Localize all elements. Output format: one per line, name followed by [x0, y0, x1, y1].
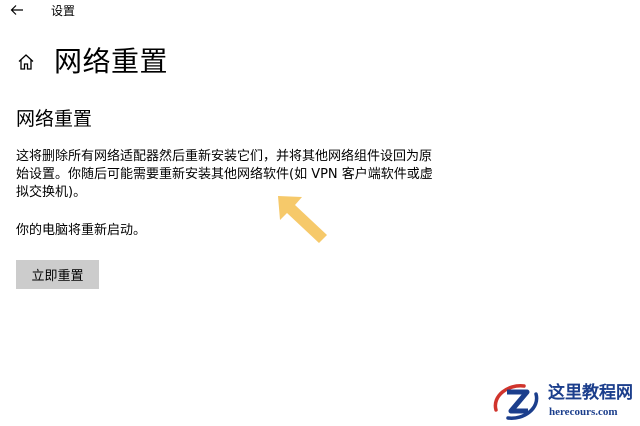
watermark-name: 这里教程网 — [548, 383, 633, 403]
watermark-logo-icon — [493, 384, 539, 420]
home-icon — [18, 54, 34, 70]
reset-description: 这将删除所有网络适配器然后重新安装它们，并将其他网络组件设回为原始设置。你随后可… — [16, 149, 433, 200]
home-button[interactable] — [16, 52, 36, 72]
back-button[interactable] — [6, 1, 28, 19]
arrow-left-icon — [10, 5, 23, 15]
watermark: 这里教程网 herecours.com — [490, 378, 640, 426]
restart-note: 你的电脑将重新启动。 — [16, 223, 147, 238]
page-header: 网络重置 — [16, 44, 168, 80]
title-bar: 设置 — [0, 0, 640, 22]
pointer-arrow-icon — [278, 196, 327, 243]
section-title: 网络重置 — [16, 108, 93, 130]
page-title: 网络重置 — [54, 45, 169, 78]
reset-now-button[interactable]: 立即重置 — [16, 260, 99, 289]
watermark-url: herecours.com — [549, 406, 618, 418]
window-title: 设置 — [51, 4, 76, 18]
